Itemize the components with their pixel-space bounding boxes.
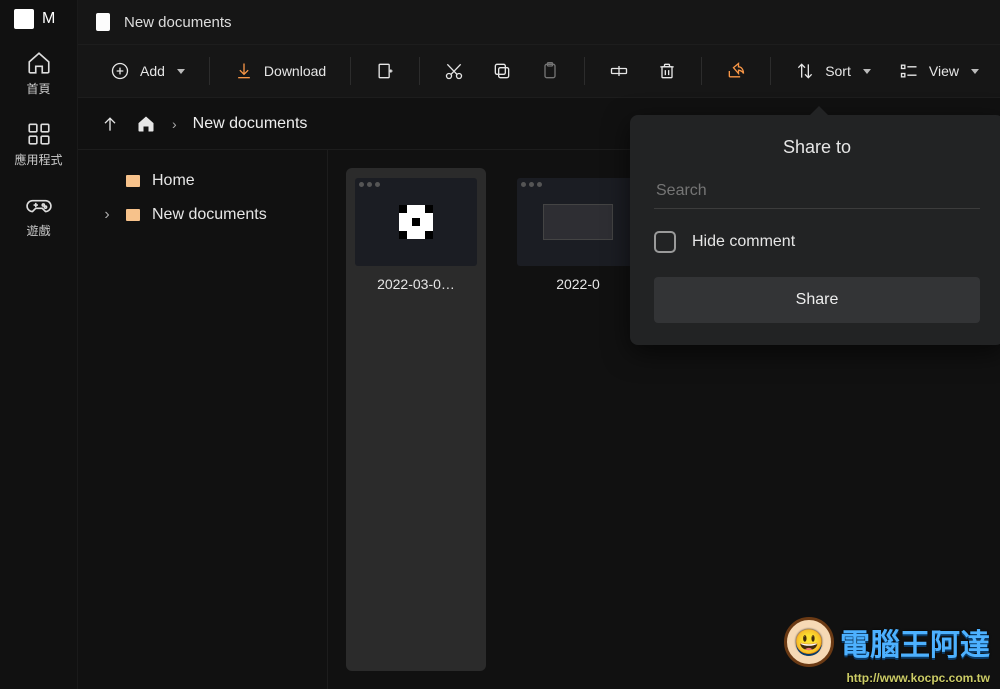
rail-top: M	[0, 6, 77, 32]
copy-icon	[492, 61, 512, 81]
add-label: Add	[140, 63, 165, 79]
toolbar-separator	[584, 57, 585, 85]
rail-item-label: 首頁	[26, 80, 50, 97]
up-icon[interactable]	[100, 114, 120, 134]
download-button[interactable]: Download	[220, 53, 340, 89]
file-preview	[517, 178, 639, 266]
rail-item-home[interactable]: 首頁	[9, 42, 69, 103]
rail-item-label: 遊戲	[26, 222, 50, 239]
new-pane-button[interactable]	[361, 53, 409, 89]
download-label: Download	[264, 63, 326, 79]
delete-button[interactable]	[643, 53, 691, 89]
rename-icon	[609, 61, 629, 81]
titlebar: New documents	[78, 0, 1000, 44]
tree-item-label: Home	[152, 172, 195, 190]
home-icon[interactable]	[136, 114, 156, 134]
folder-icon	[126, 175, 140, 187]
caret-down-icon	[177, 69, 185, 74]
store-letter: M	[42, 10, 55, 28]
share-search-input[interactable]	[654, 174, 980, 209]
copy-button[interactable]	[478, 53, 526, 89]
rename-button[interactable]	[595, 53, 643, 89]
toolbar: Add Download	[78, 44, 1000, 98]
share-button[interactable]	[712, 53, 760, 89]
trash-icon	[657, 61, 677, 81]
home-icon	[26, 50, 52, 76]
apps-icon	[26, 121, 52, 147]
thumbnail-icon	[543, 204, 613, 240]
chevron-right-icon[interactable]: ›	[100, 206, 114, 224]
chevron-right-icon: ›	[172, 116, 177, 132]
sort-label: Sort	[825, 63, 851, 79]
view-button[interactable]: View	[885, 53, 993, 89]
folder-tree: Home › New documents	[78, 150, 328, 689]
windows-icon	[14, 9, 34, 29]
toolbar-separator	[350, 57, 351, 85]
toolbar-separator	[209, 57, 210, 85]
share-icon	[726, 61, 746, 81]
tree-item-label: New documents	[152, 206, 267, 224]
paste-icon	[540, 61, 560, 81]
app-window: New documents Add Download	[78, 0, 1000, 689]
cut-button[interactable]	[430, 53, 478, 89]
rail-item-apps[interactable]: 應用程式	[9, 113, 69, 174]
toolbar-separator	[701, 57, 702, 85]
qr-icon	[399, 205, 433, 239]
file-preview	[355, 178, 477, 266]
folder-icon	[126, 209, 140, 221]
caret-down-icon	[863, 69, 871, 74]
share-popover: Share to Hide comment Share	[630, 115, 1000, 345]
file-thumb[interactable]: 2022-03-0…	[346, 168, 486, 671]
add-button[interactable]: Add	[96, 53, 199, 89]
document-icon	[96, 13, 110, 31]
breadcrumb-current[interactable]: New documents	[193, 115, 308, 133]
paste-button[interactable]	[526, 53, 574, 89]
checkbox-icon[interactable]	[654, 231, 676, 253]
sort-button[interactable]: Sort	[781, 53, 885, 89]
toolbar-separator	[419, 57, 420, 85]
rail-item-label: 應用程式	[14, 151, 62, 168]
window-title: New documents	[124, 14, 232, 31]
rail-item-games[interactable]: 遊戲	[9, 184, 69, 245]
hide-comment-row[interactable]: Hide comment	[654, 231, 980, 253]
download-icon	[234, 61, 254, 81]
tree-item-newdocs[interactable]: › New documents	[92, 198, 313, 232]
plus-circle-icon	[110, 61, 130, 81]
new-pane-icon	[375, 61, 395, 81]
sort-icon	[795, 61, 815, 81]
games-icon	[26, 192, 52, 218]
app-rail: M 首頁 應用程式 遊戲	[0, 0, 78, 689]
hide-comment-label: Hide comment	[692, 233, 795, 251]
caret-down-icon	[971, 69, 979, 74]
share-title: Share to	[654, 137, 980, 158]
view-label: View	[929, 63, 959, 79]
cut-icon	[444, 61, 464, 81]
file-name: 2022-03-0…	[377, 276, 455, 292]
tree-item-home[interactable]: Home	[92, 164, 313, 198]
share-submit-button[interactable]: Share	[654, 277, 980, 323]
file-thumb[interactable]: 2022-0	[508, 168, 648, 671]
view-icon	[899, 61, 919, 81]
toolbar-separator	[770, 57, 771, 85]
file-name: 2022-0	[556, 276, 600, 292]
